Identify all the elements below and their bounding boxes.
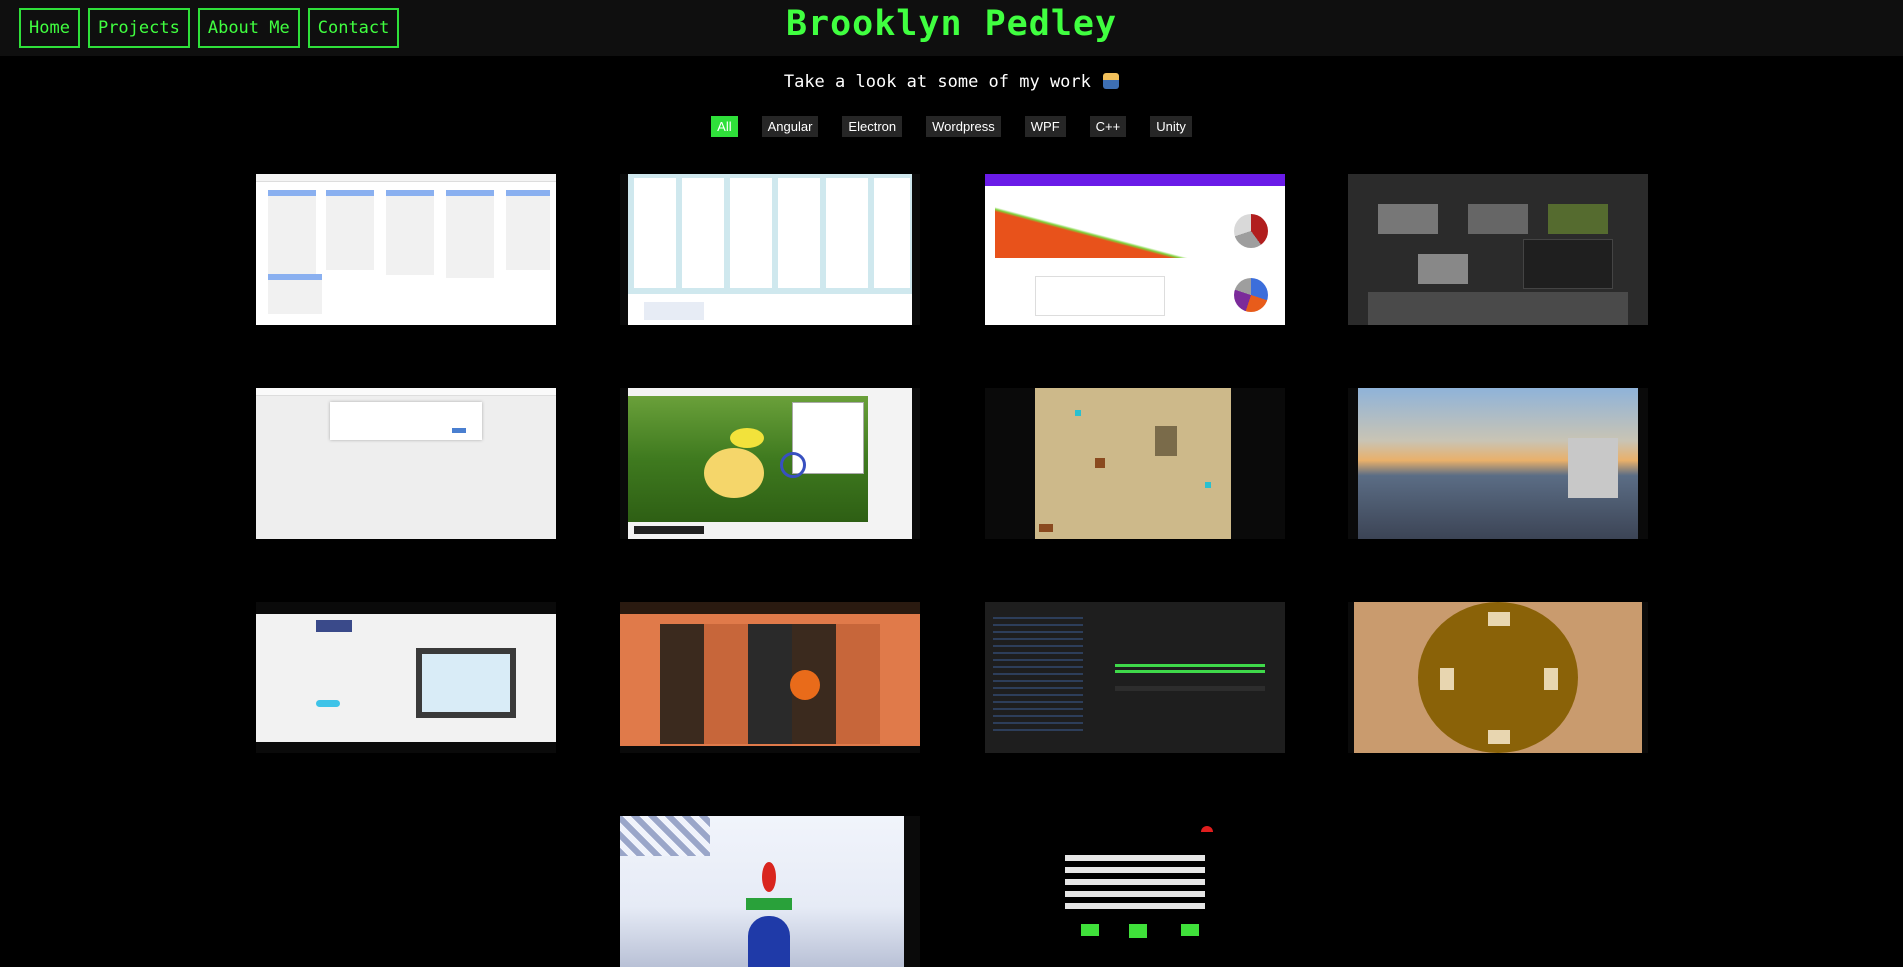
filter-cpp[interactable]: C++	[1089, 116, 1127, 137]
project-tile-space-invaders-game[interactable]	[985, 816, 1285, 967]
project-tile-paint-app[interactable]	[620, 388, 920, 539]
project-tile-halloween-gifs[interactable]	[620, 602, 920, 753]
project-tile-travel-blog[interactable]	[256, 388, 556, 539]
technologist-emoji-icon	[1103, 73, 1120, 89]
project-tile-harbour-photo[interactable]	[1348, 388, 1648, 539]
filter-angular[interactable]: Angular	[761, 116, 819, 137]
filter-electron[interactable]: Electron	[842, 116, 903, 137]
project-tile-silent-auction-display[interactable]	[620, 174, 920, 325]
project-tile-top-down-tank-game[interactable]	[985, 388, 1285, 539]
tagline-text: Take a look at some of my work	[783, 72, 1091, 92]
project-tile-terminal-portfolio[interactable]	[985, 602, 1285, 753]
filter-wpf[interactable]: WPF	[1024, 116, 1066, 137]
filter-all[interactable]: All	[711, 116, 738, 137]
filter-wordpress[interactable]: Wordpress	[926, 116, 1001, 137]
project-tile-kanban-board[interactable]	[256, 174, 556, 325]
project-tile-video-conference-app[interactable]	[1348, 174, 1648, 325]
filter-bar: All Angular Electron Wordpress WPF C++ U…	[0, 116, 1903, 137]
project-tile-people-counting-dashboard[interactable]	[985, 174, 1285, 325]
filter-unity[interactable]: Unity	[1150, 116, 1192, 137]
site-title: Brooklyn Pedley	[785, 4, 1118, 44]
tagline: Take a look at some of my work	[0, 72, 1903, 92]
project-tile-unity-3d-game[interactable]	[620, 816, 920, 967]
project-tile-arena-shooter-game[interactable]	[1348, 602, 1648, 753]
top-bar: Home Projects About Me Contact Brooklyn …	[0, 0, 1903, 56]
project-tile-auction-landing-page[interactable]	[256, 602, 556, 753]
